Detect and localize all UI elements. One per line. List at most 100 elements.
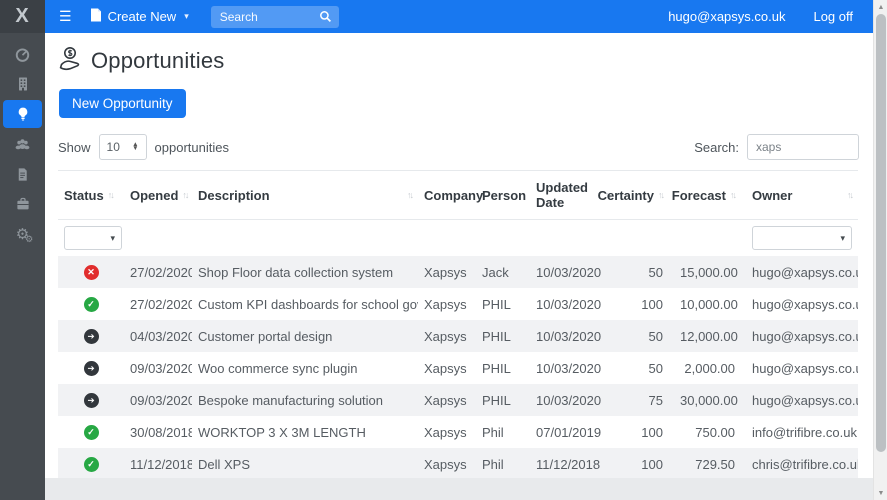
- cell-forecast: 12,000.00: [674, 320, 746, 352]
- show-label: Show: [58, 140, 91, 155]
- sidebar-item-documents[interactable]: [3, 160, 42, 188]
- cell-opened: 27/02/2020: [124, 288, 192, 320]
- cell-owner: info@trifibre.co.uk: [746, 416, 858, 448]
- page-size-select[interactable]: 10 ▲▼: [99, 134, 147, 160]
- users-icon: [14, 136, 31, 153]
- cell-updated-date: 10/03/2020: [530, 352, 616, 384]
- hand-dollar-icon: [58, 45, 84, 76]
- cell-owner: chris@trifibre.co.uk: [746, 448, 858, 480]
- scroll-up-icon[interactable]: ▲: [874, 0, 887, 14]
- cell-company: Xapsys: [418, 416, 476, 448]
- chevron-down-icon: ▾: [840, 233, 845, 244]
- check-circle-icon: [84, 457, 99, 472]
- sort-icon: ↑↓: [658, 190, 663, 200]
- sidebar-item-opportunities[interactable]: [3, 100, 42, 128]
- vertical-scrollbar[interactable]: ▲ ▼: [873, 0, 887, 500]
- create-new-button[interactable]: Create New ▾: [90, 8, 189, 25]
- show-suffix-label: opportunities: [155, 140, 229, 155]
- page-background-strip: [45, 478, 873, 500]
- sort-icon: ↑↓: [730, 190, 735, 200]
- cell-certainty: 50: [616, 352, 674, 384]
- cell-opened: 30/08/2018: [124, 416, 192, 448]
- cell-updated-date: 10/03/2020: [530, 320, 616, 352]
- new-opportunity-button[interactable]: New Opportunity: [59, 89, 186, 118]
- sidebar-item-jobs[interactable]: [3, 190, 42, 218]
- cell-forecast: 30,000.00: [674, 384, 746, 416]
- global-search: [211, 6, 339, 28]
- sidebar-item-contacts[interactable]: [3, 130, 42, 158]
- cell-certainty: 75: [616, 384, 674, 416]
- cell-owner: hugo@xapsys.co.uk: [746, 256, 858, 288]
- table-search-label: Search:: [694, 140, 739, 155]
- sort-icon: ↑↓: [847, 190, 852, 200]
- cell-company: Xapsys: [418, 320, 476, 352]
- user-email[interactable]: hugo@xapsys.co.uk: [668, 9, 785, 24]
- table-row[interactable]: 11/12/2018 Dell XPS Xapsys Phil 11/12/20…: [58, 448, 858, 480]
- cell-certainty: 50: [616, 320, 674, 352]
- table-filter-row: ▾ ▾: [58, 220, 858, 257]
- cell-company: Xapsys: [418, 256, 476, 288]
- cell-person: PHIL: [476, 288, 530, 320]
- cell-opened: 11/12/2018: [124, 448, 192, 480]
- app-logo[interactable]: X: [0, 0, 45, 33]
- cell-person: PHIL: [476, 320, 530, 352]
- status-filter-select[interactable]: ▾: [64, 226, 122, 250]
- table-row[interactable]: 09/03/2020 Bespoke manufacturing solutio…: [58, 384, 858, 416]
- column-header-forecast[interactable]: Forecast↑↓: [674, 171, 746, 220]
- logo-text: X: [15, 5, 29, 28]
- sidebar-item-dashboard[interactable]: [3, 40, 42, 68]
- main-content: Opportunities New Opportunity Show 10 ▲▼…: [45, 33, 873, 500]
- table-row[interactable]: 30/08/2018 WORKTOP 3 X 3M LENGTH Xapsys …: [58, 416, 858, 448]
- cell-company: Xapsys: [418, 448, 476, 480]
- cell-forecast: 10,000.00: [674, 288, 746, 320]
- cell-updated-date: 10/03/2020: [530, 288, 616, 320]
- chevron-down-icon: ▾: [110, 233, 115, 244]
- cell-forecast: 2,000.00: [674, 352, 746, 384]
- column-header-opened[interactable]: Opened↑↓: [124, 171, 192, 220]
- cell-forecast: 15,000.00: [674, 256, 746, 288]
- gauge-icon: [14, 46, 31, 63]
- cell-opened: 09/03/2020: [124, 352, 192, 384]
- arrow-circle-icon: [84, 361, 99, 376]
- cell-certainty: 50: [616, 256, 674, 288]
- column-header-certainty[interactable]: Certainty↑↓: [616, 171, 674, 220]
- cell-certainty: 100: [616, 416, 674, 448]
- search-icon[interactable]: [319, 10, 332, 28]
- cell-company: Xapsys: [418, 352, 476, 384]
- gears-icon: ⚙⚙: [16, 227, 29, 242]
- cell-person: Jack: [476, 256, 530, 288]
- scrollbar-thumb[interactable]: [876, 14, 886, 452]
- column-header-person[interactable]: Person: [476, 171, 530, 220]
- scroll-down-icon[interactable]: ▼: [874, 486, 887, 500]
- table-search-input[interactable]: [747, 134, 859, 160]
- sidebar-item-companies[interactable]: [3, 70, 42, 98]
- lightbulb-icon: [15, 106, 31, 122]
- cell-forecast: 729.50: [674, 448, 746, 480]
- check-circle-icon: [84, 425, 99, 440]
- column-header-owner[interactable]: Owner↑↓: [746, 171, 858, 220]
- column-header-company[interactable]: Company: [418, 171, 476, 220]
- new-document-icon: [90, 8, 102, 25]
- cell-certainty: 100: [616, 448, 674, 480]
- cell-description: Bespoke manufacturing solution: [192, 384, 418, 416]
- logoff-button[interactable]: Log off: [813, 9, 853, 24]
- check-circle-icon: [84, 297, 99, 312]
- page-size-value: 10: [107, 140, 120, 154]
- topbar: ☰ Create New ▾ hugo@xapsys.co.uk Log off: [45, 0, 873, 33]
- table-row[interactable]: 27/02/2020 Custom KPI dashboards for sch…: [58, 288, 858, 320]
- cell-person: Phil: [476, 416, 530, 448]
- hamburger-menu-icon[interactable]: ☰: [59, 8, 72, 25]
- sidebar-item-settings[interactable]: ⚙⚙: [3, 220, 42, 248]
- cell-owner: hugo@xapsys.co.uk: [746, 352, 858, 384]
- chevron-down-icon: ▾: [184, 11, 189, 22]
- cell-description: Shop Floor data collection system: [192, 256, 418, 288]
- cell-person: PHIL: [476, 352, 530, 384]
- column-header-status[interactable]: Status↑↓: [58, 171, 124, 220]
- table-row[interactable]: 04/03/2020 Customer portal design Xapsys…: [58, 320, 858, 352]
- owner-filter-select[interactable]: ▾: [752, 226, 852, 250]
- briefcase-icon: [15, 196, 31, 212]
- table-row[interactable]: 27/02/2020 Shop Floor data collection sy…: [58, 256, 858, 288]
- table-row[interactable]: 09/03/2020 Woo commerce sync plugin Xaps…: [58, 352, 858, 384]
- cell-description: Woo commerce sync plugin: [192, 352, 418, 384]
- column-header-description[interactable]: Description↑↓: [192, 171, 418, 220]
